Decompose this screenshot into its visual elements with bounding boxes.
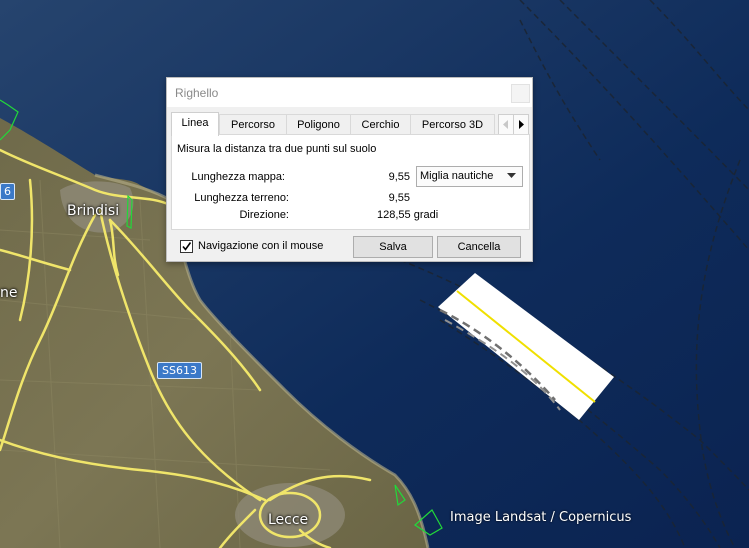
imagery-attribution: Image Landsat / Copernicus xyxy=(450,510,632,525)
tab-panel-linea: Misura la distanza tra due punti sul suo… xyxy=(171,134,530,230)
mouse-navigation-label[interactable]: Navigazione con il mouse xyxy=(198,240,323,252)
map-length-value: 9,55 xyxy=(388,171,410,183)
tab-scroll-left[interactable] xyxy=(498,114,514,135)
direction-label: Direzione: xyxy=(239,209,289,221)
tab-linea[interactable]: Linea xyxy=(171,112,219,136)
dialog-footer: Navigazione con il mouse Salva Cancella xyxy=(167,231,532,261)
city-label-brindisi: Brindisi xyxy=(67,203,120,219)
ground-length-value: 9,55 xyxy=(388,192,410,204)
dialog-title: Righello xyxy=(175,86,219,100)
chevron-down-icon xyxy=(507,173,516,178)
tab-bar: Linea Percorso Poligono Cerchio Percorso… xyxy=(171,112,529,136)
city-label-partial: ne xyxy=(0,285,18,301)
units-selected-value: Miglia nautiche xyxy=(420,170,494,182)
check-icon xyxy=(182,242,192,251)
units-dropdown[interactable]: Miglia nautiche xyxy=(416,166,523,187)
road-shield-left: 6 xyxy=(0,183,15,200)
tab-percorso[interactable]: Percorso xyxy=(219,114,287,135)
city-label-lecce: Lecce xyxy=(268,512,309,528)
ground-length-label: Lunghezza terreno: xyxy=(194,192,289,204)
tab-poligono[interactable]: Poligono xyxy=(286,114,351,135)
chevron-left-icon xyxy=(503,120,508,129)
dialog-titlebar[interactable]: Righello xyxy=(167,78,532,107)
tab-scroll-right[interactable] xyxy=(513,114,529,135)
mouse-navigation-checkbox[interactable] xyxy=(180,240,193,253)
tab-percorso-3d[interactable]: Percorso 3D xyxy=(410,114,495,135)
tab-cerchio[interactable]: Cerchio xyxy=(350,114,411,135)
ruler-dialog: Righello Linea Percorso Poligono Cerchio… xyxy=(166,77,533,262)
direction-value: 128,55 gradi xyxy=(377,209,439,221)
save-button[interactable]: Salva xyxy=(353,236,433,258)
map-length-label: Lunghezza mappa: xyxy=(191,171,285,183)
cancel-button[interactable]: Cancella xyxy=(437,236,521,258)
road-shield-ss613: SS613 xyxy=(157,362,202,379)
chevron-right-icon xyxy=(519,120,524,129)
close-button[interactable] xyxy=(511,84,530,103)
description-text: Misura la distanza tra due punti sul suo… xyxy=(177,143,377,155)
